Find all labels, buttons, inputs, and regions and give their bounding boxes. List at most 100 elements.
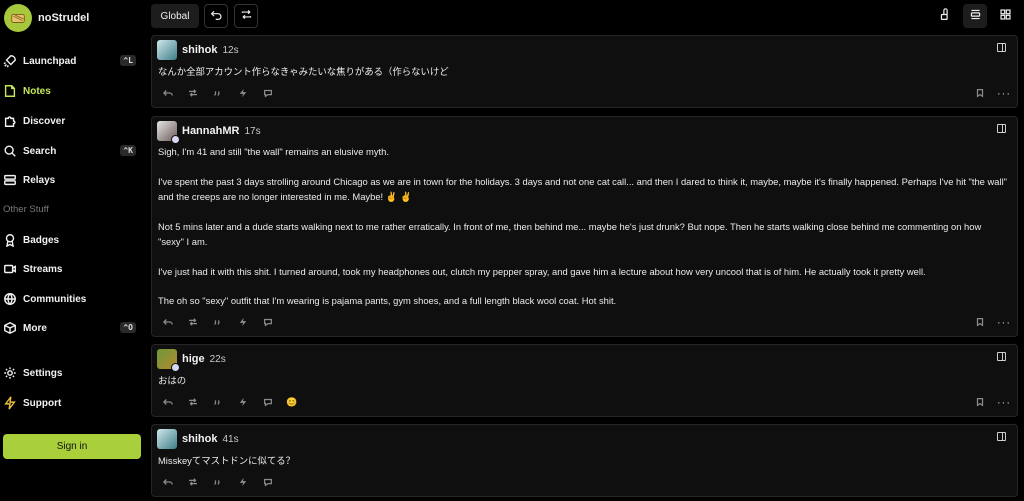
react-button[interactable] (261, 87, 275, 101)
quote-button[interactable] (211, 316, 225, 330)
add-reaction-icon (263, 477, 273, 490)
more-options-button[interactable]: ··· (997, 396, 1011, 410)
sign-in-button[interactable]: Sign in (3, 434, 141, 459)
reply-icon (162, 477, 173, 490)
react-button[interactable] (261, 476, 275, 490)
quote-button[interactable] (211, 396, 225, 410)
note-actions: 😊 ··· (158, 396, 1011, 410)
timestamp[interactable]: 41s (222, 434, 238, 445)
quote-button[interactable] (211, 87, 225, 101)
repost-button[interactable] (186, 396, 200, 410)
reply-button[interactable] (161, 476, 175, 490)
list-view-button[interactable] (963, 4, 987, 28)
react-button[interactable] (261, 316, 275, 330)
note-card: shihok 41s Misskeyてマストドンに似てる？ (151, 424, 1018, 497)
note-content: Misskeyてマストドンに似てる？ (158, 454, 1009, 469)
quote-button[interactable] (211, 476, 225, 490)
sidebar-item-label: Search (23, 145, 57, 157)
reply-button[interactable] (161, 87, 175, 101)
sidebar-item-settings[interactable]: Settings (3, 362, 140, 384)
zap-button[interactable] (236, 476, 250, 490)
quote-icon (213, 88, 223, 101)
add-reaction-icon (263, 88, 273, 101)
note-actions: ··· (158, 316, 1011, 330)
refresh-button[interactable] (204, 4, 228, 28)
gear-icon (3, 366, 17, 380)
replies-toggle-button[interactable] (234, 4, 258, 28)
grid-view-button[interactable] (993, 4, 1017, 28)
sidebar-item-label: Support (23, 397, 62, 409)
section-label-other: Other Stuff (3, 204, 49, 215)
server-icon (3, 173, 17, 187)
author-name[interactable]: hige (182, 353, 205, 365)
timestamp[interactable]: 22s (210, 354, 226, 365)
zap-button[interactable] (236, 396, 250, 410)
timestamp[interactable]: 17s (244, 126, 260, 137)
sidebar-item-support[interactable]: Support (3, 392, 140, 414)
open-note-icon[interactable] (997, 432, 1006, 441)
sidebar-item-label: Badges (23, 234, 60, 246)
reply-button[interactable] (161, 396, 175, 410)
note-icon (3, 84, 17, 98)
note-paragraph: なんか全部アカウント作らなきゃみたいな焦りがある（作らないけど (158, 66, 449, 77)
react-button[interactable] (261, 396, 275, 410)
sidebar: noStrudel Launchpad ^L Notes Discover Se… (0, 0, 147, 501)
sidebar-item-search[interactable]: Search ^K (3, 140, 140, 162)
bookmark-icon (975, 397, 985, 410)
note-card: hige 22s おはの 😊 ··· (151, 344, 1018, 417)
sidebar-item-streams[interactable]: Streams (3, 258, 140, 280)
note-header: shihok 41s (157, 429, 239, 449)
globe-icon (3, 292, 17, 306)
avatar[interactable] (157, 429, 177, 449)
avatar[interactable] (157, 349, 180, 372)
bookmark-button[interactable] (973, 316, 987, 330)
verified-badge-icon (171, 363, 180, 372)
open-note-icon[interactable] (997, 43, 1006, 52)
note-actions (158, 476, 1009, 490)
sidebar-item-relays[interactable]: Relays (3, 169, 140, 191)
brand[interactable]: noStrudel (4, 4, 89, 32)
timestamp[interactable]: 12s (222, 45, 238, 56)
sidebar-item-badges[interactable]: Badges (3, 229, 140, 251)
lightning-icon (3, 396, 17, 410)
more-options-button[interactable]: ··· (997, 316, 1011, 330)
author-name[interactable]: shihok (182, 44, 217, 56)
sidebar-item-more[interactable]: More ^O (3, 317, 140, 339)
shortcut-badge: ^O (120, 322, 136, 333)
author-name[interactable]: shihok (182, 433, 217, 445)
reply-icon (162, 317, 173, 330)
sidebar-item-launchpad[interactable]: Launchpad ^L (3, 50, 140, 72)
avatar[interactable] (157, 121, 180, 144)
open-note-icon[interactable] (997, 124, 1006, 133)
zap-button[interactable] (236, 316, 250, 330)
undo-arrow-icon (210, 8, 223, 24)
sidebar-item-discover[interactable]: Discover (3, 110, 140, 132)
reply-icon (162, 88, 173, 101)
repost-button[interactable] (186, 87, 200, 101)
note-paragraph: I've just had it with this shit. I turne… (158, 265, 926, 277)
open-note-icon[interactable] (997, 352, 1006, 361)
bookmark-button[interactable] (973, 87, 987, 101)
shortcut-badge: ^K (120, 145, 136, 156)
sidebar-item-label: Discover (23, 115, 66, 127)
bookmark-button[interactable] (973, 396, 987, 410)
reply-button[interactable] (161, 316, 175, 330)
quote-icon (213, 477, 223, 490)
reply-icon (162, 397, 173, 410)
zap-button[interactable] (236, 87, 250, 101)
quote-icon (213, 317, 223, 330)
note-header: HannahMR 17s (157, 121, 261, 144)
reaction-emoji[interactable]: 😊 (286, 397, 297, 408)
sidebar-item-communities[interactable]: Communities (3, 288, 140, 310)
repost-button[interactable] (186, 476, 200, 490)
repost-button[interactable] (186, 316, 200, 330)
avatar[interactable] (157, 40, 177, 60)
more-options-button[interactable]: ··· (997, 87, 1011, 101)
note-header: hige 22s (157, 349, 226, 372)
theme-button[interactable] (933, 4, 957, 28)
author-name[interactable]: HannahMR (182, 125, 239, 137)
note-header: shihok 12s (157, 40, 239, 60)
ellipsis-icon: ··· (997, 317, 1011, 329)
sidebar-item-notes[interactable]: Notes (3, 80, 140, 102)
feed-select-button[interactable]: Global (151, 4, 199, 28)
